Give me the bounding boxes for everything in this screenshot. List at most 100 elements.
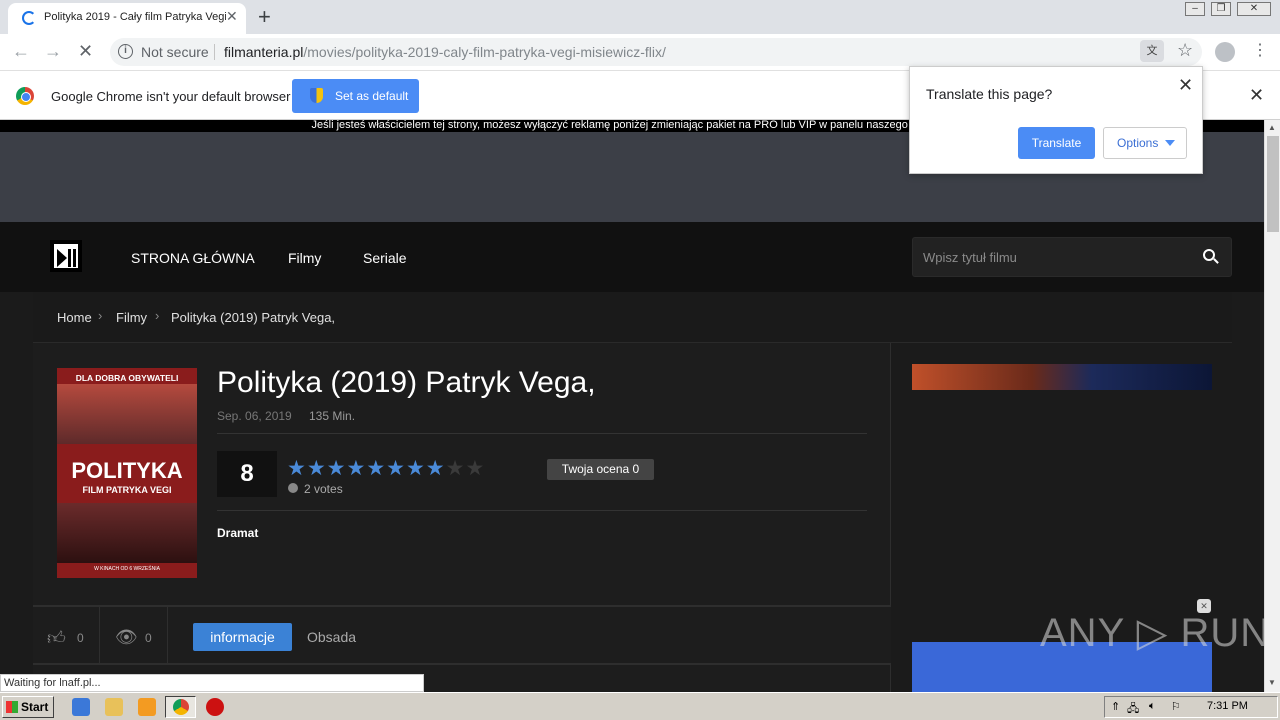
tab-info[interactable]: informacje: [193, 623, 292, 651]
set-default-label: Set as default: [335, 89, 409, 103]
star-icon[interactable]: ★: [327, 457, 347, 480]
star-icon[interactable]: ★: [426, 457, 446, 480]
page-scrollbar[interactable]: ▲ ▼: [1264, 120, 1280, 692]
eye-icon: 👁︎: [115, 627, 138, 647]
star-icon[interactable]: ★: [386, 457, 406, 480]
genre[interactable]: Dramat: [217, 526, 258, 540]
your-rating-badge: Twoja ocena 0: [547, 459, 654, 480]
nav-series[interactable]: Seriale: [363, 250, 407, 266]
star-icon[interactable]: ★: [406, 457, 426, 480]
search-icon[interactable]: [1203, 249, 1215, 261]
likes-count: 0: [77, 631, 84, 645]
scroll-down-icon[interactable]: ▼: [1268, 678, 1276, 687]
translate-icon[interactable]: 文: [1140, 40, 1164, 62]
scroll-up-icon[interactable]: ▲: [1268, 123, 1276, 132]
translate-button[interactable]: Translate: [1018, 127, 1095, 159]
stop-icon[interactable]: [206, 698, 224, 716]
start-button[interactable]: Start: [2, 696, 54, 718]
minimize-button[interactable]: –: [1185, 2, 1205, 16]
divider: [99, 607, 100, 665]
profile-avatar-icon[interactable]: [1215, 42, 1235, 62]
breadcrumb-current: Polityka (2019) Patryk Vega,: [171, 310, 336, 325]
web-page: Jeśli jesteś właścicielem tej strony, mo…: [0, 120, 1264, 692]
star-icon[interactable]: ★: [446, 457, 466, 480]
movie-title: Polityka (2019) Patryk Vega,: [217, 366, 596, 399]
translate-popup: Translate this page? ✕ Translate Options: [909, 66, 1203, 174]
ie-icon[interactable]: [72, 698, 90, 716]
divider: [217, 510, 867, 511]
breadcrumb-home[interactable]: Home: [57, 310, 92, 325]
browser-toolbar: ← → ✕ i Not secure filmanteria.pl/movies…: [0, 34, 1280, 70]
star-icon[interactable]: ★: [287, 457, 307, 480]
thumbs-up-icon[interactable]: 👍︎: [47, 627, 66, 649]
tab-title: Polityka 2019 - Cały film Patryka Vegi: [44, 11, 226, 23]
options-label: Options: [1117, 136, 1159, 150]
browser-titlebar: Polityka 2019 - Cały film Patryka Vegi ✕…: [0, 0, 1280, 34]
start-label: Start: [21, 700, 49, 714]
scroll-thumb[interactable]: [1267, 136, 1279, 232]
chrome-logo-icon: [16, 87, 34, 105]
infobar-close-icon[interactable]: ✕: [1249, 85, 1264, 106]
star-icon[interactable]: ★: [366, 457, 386, 480]
ad-notice-text: Jeśli jesteś właścicielem tej strony, mo…: [311, 120, 911, 131]
translate-close-icon[interactable]: ✕: [1178, 75, 1193, 96]
site-logo-icon[interactable]: [50, 240, 82, 272]
votes-count: 2 votes: [304, 482, 343, 496]
site-navbar: STRONA GŁÓWNA Filmy Seriale: [0, 222, 1264, 292]
url-text[interactable]: filmanteria.pl/movies/polityka-2019-caly…: [224, 44, 666, 60]
back-arrow-icon[interactable]: ←: [12, 41, 30, 62]
status-bubble: Waiting for lnaff.pl...: [0, 674, 424, 692]
address-bar[interactable]: i Not secure filmanteria.pl/movies/polit…: [110, 38, 1202, 66]
star-icon[interactable]: ★: [307, 457, 327, 480]
network-icon[interactable]: 🖧︎: [1127, 700, 1139, 719]
tab-cast[interactable]: Obsada: [307, 629, 356, 645]
restore-button[interactable]: ❐: [1211, 2, 1231, 16]
chrome-taskbar-button[interactable]: [165, 696, 196, 718]
duration: 135 Min.: [309, 409, 356, 423]
views-count: 0: [145, 631, 152, 645]
tab-close-icon[interactable]: ✕: [226, 8, 238, 25]
nav-movies[interactable]: Filmy: [288, 250, 321, 266]
star-icon[interactable]: ★: [465, 457, 485, 480]
shield-icon: [310, 88, 323, 103]
flag-icon[interactable]: ⚐: [1171, 700, 1181, 713]
set-default-button[interactable]: Set as default: [292, 79, 419, 113]
star-icon[interactable]: ★: [346, 457, 366, 480]
poster-tagline: DLA DOBRA OBYWATELI: [75, 373, 179, 383]
release-date: Sep. 06, 2019: [217, 409, 292, 423]
nav-home[interactable]: STRONA GŁÓWNA: [131, 250, 255, 266]
search-input[interactable]: [913, 238, 1193, 276]
divider: [167, 607, 168, 665]
url-host: filmanteria.pl: [224, 44, 304, 60]
new-tab-button[interactable]: +: [258, 4, 271, 30]
breadcrumb-movies[interactable]: Filmy: [116, 310, 147, 325]
speaker-icon[interactable]: 🔈︎: [1149, 700, 1156, 713]
dropdown-arrow-icon: [1165, 140, 1175, 146]
clock: 7:31 PM: [1207, 700, 1248, 712]
user-icon: [288, 483, 298, 493]
movie-actions-bar: 👍︎ 0 👁︎ 0 informacje Obsada: [33, 605, 891, 665]
media-player-icon[interactable]: [138, 698, 156, 716]
bookmark-star-icon[interactable]: ☆: [1177, 40, 1193, 61]
loading-spinner-icon: [22, 11, 36, 25]
taskbar: Start ⇑ 🖧︎ 🔈︎ ⚐ 7:31 PM: [0, 692, 1280, 720]
folder-icon[interactable]: [105, 698, 123, 716]
window-close-button[interactable]: ✕: [1237, 2, 1271, 16]
menu-kebab-icon[interactable]: ⋮: [1252, 40, 1268, 60]
movie-poster: DLA DOBRA OBYWATELI POLITYKA FILM PATRYK…: [57, 368, 197, 578]
poster-subtitle: FILM PATRYKA VEGI: [82, 485, 172, 495]
system-tray: ⇑ 🖧︎ 🔈︎ ⚐: [1104, 696, 1278, 718]
omnibox-divider: [214, 44, 215, 60]
options-button[interactable]: Options: [1103, 127, 1187, 159]
stop-loading-icon[interactable]: ✕: [78, 41, 93, 62]
forward-arrow-icon[interactable]: →: [44, 41, 62, 62]
search-box: [912, 237, 1232, 277]
movie-details: DLA DOBRA OBYWATELI POLITYKA FILM PATRYK…: [33, 343, 891, 692]
breadcrumb: Home › Filmy › Polityka (2019) Patryk Ve…: [33, 292, 1232, 343]
tray-arrow-icon[interactable]: ⇑: [1111, 700, 1120, 713]
chevron-right-icon: ›: [155, 308, 160, 323]
ad-banner[interactable]: [912, 364, 1212, 390]
star-rating[interactable]: ★★★★★★★★★★: [287, 456, 485, 481]
browser-tab[interactable]: Polityka 2019 - Cały film Patryka Vegi ✕: [8, 3, 246, 34]
info-icon[interactable]: i: [118, 44, 133, 59]
